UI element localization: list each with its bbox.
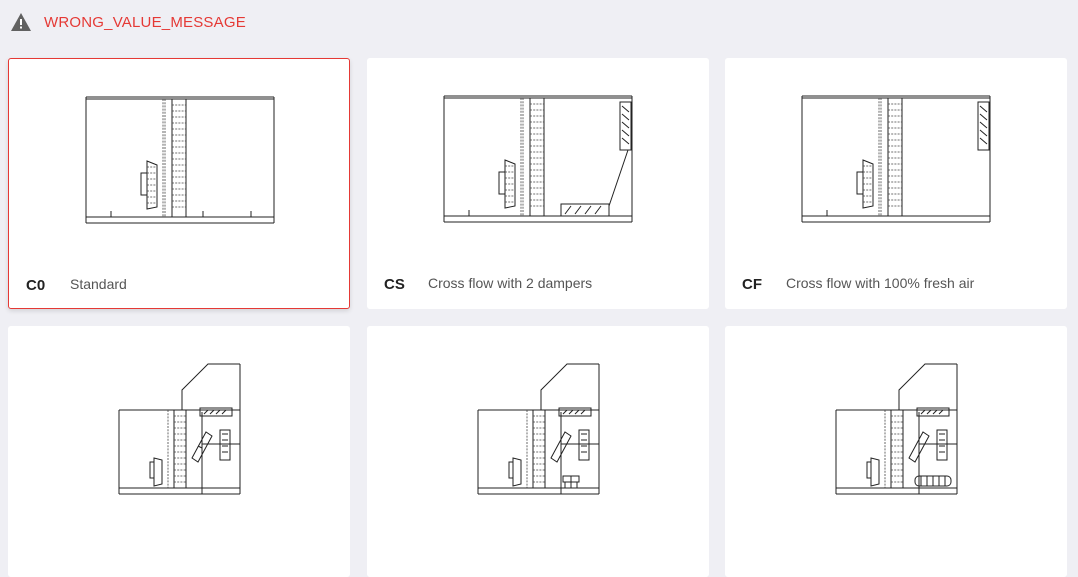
roof-layout-heater-diagram [835,363,958,495]
warning-message: WRONG_VALUE_MESSAGE [44,13,246,31]
cross-flow-2-dampers-diagram [443,95,633,223]
option-card-6[interactable] [725,326,1067,577]
standard-layout-diagram [85,96,275,224]
roof-layout-diagram [118,363,241,495]
option-code: CF [742,276,762,293]
option-name: Cross flow with 100% fresh air [786,275,975,291]
roof-layout-damper-diagram [477,363,600,495]
option-name: Cross flow with 2 dampers [428,275,593,291]
option-card-c0[interactable]: C0 Standard [8,58,350,309]
option-card-cf[interactable]: CF Cross flow with 100% fresh air [725,58,1067,309]
cross-flow-fresh-air-diagram [801,95,991,223]
option-code: C0 [26,277,46,294]
warning-icon [11,13,31,31]
option-code: CS [384,276,405,293]
option-card-cs[interactable]: CS Cross flow with 2 dampers [367,58,709,309]
option-card-4[interactable] [8,326,350,577]
option-name: Standard [70,276,127,292]
option-card-5[interactable] [367,326,709,577]
warning-banner: WRONG_VALUE_MESSAGE [10,10,246,34]
